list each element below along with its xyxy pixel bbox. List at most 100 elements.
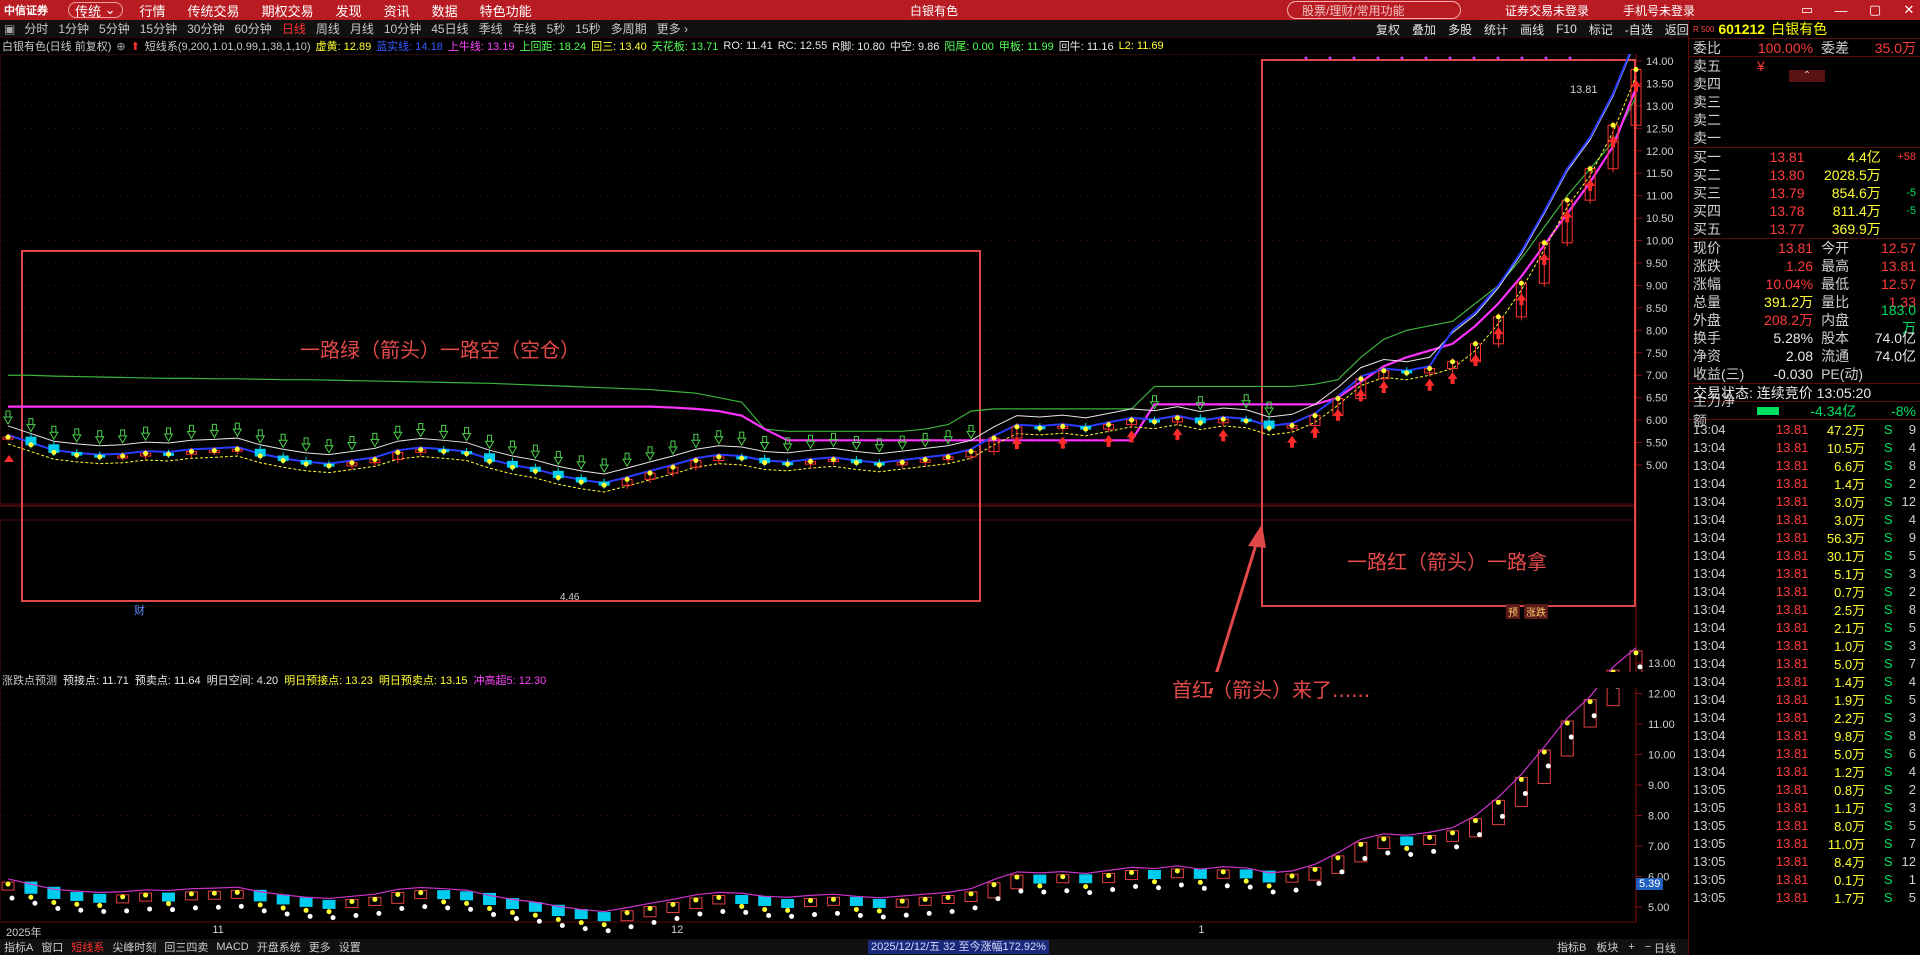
blue-solid-line <box>7 54 1631 484</box>
menu-trading[interactable]: 传统交易 <box>177 1 251 20</box>
period-tab-6[interactable]: 日线 <box>277 20 311 37</box>
bottom-tab-5[interactable]: MACD <box>212 941 252 953</box>
toolbar-btn-7[interactable]: -自选 <box>1619 21 1659 38</box>
sub-dot-white <box>9 895 15 901</box>
window-icon[interactable]: ▣ <box>0 22 19 36</box>
bottom-tool-2[interactable]: + <box>1623 941 1639 953</box>
period-tab-2[interactable]: 5分钟 <box>94 20 135 37</box>
sub-dot-yellow <box>120 894 126 900</box>
quote-value-b-1: 13.81 <box>1880 258 1916 274</box>
sub-indicator-value-5: 明日预卖点: 13.15 <box>378 675 468 687</box>
tick-row-26: 13:05 13.81 1.7万 S 5 <box>1689 888 1920 906</box>
tick-cell-pr: 13.81 <box>1775 799 1809 815</box>
restore-icon[interactable]: ▭ <box>1790 2 1824 18</box>
collapse-button[interactable]: ⌃ <box>1789 70 1825 82</box>
sub-candle <box>781 898 795 908</box>
financial-report-marker[interactable]: 财 <box>134 602 145 618</box>
period-tab-11[interactable]: 季线 <box>474 20 508 37</box>
sub-dot-white <box>1110 887 1116 893</box>
green-down-arrow <box>1195 396 1206 411</box>
period-tab-8[interactable]: 月线 <box>345 20 379 37</box>
tick-cell-pr: 13.81 <box>1775 421 1809 437</box>
bottom-tool-1[interactable]: 板块 <box>1591 939 1623 955</box>
tick-list[interactable]: 13:04 13.81 47.2万 S 9 13:04 13.81 10.5万 S 4 13:04 1… <box>1689 419 1920 906</box>
period-tab-9[interactable]: 10分钟 <box>379 20 426 37</box>
bottom-tab-4[interactable]: 回三四卖 <box>160 939 212 955</box>
toolbar-btn-1[interactable]: 叠加 <box>1406 21 1442 38</box>
tick-cell-v: 3.0万 <box>1834 512 1866 528</box>
tick-cell-t: 13:04 <box>1693 439 1726 455</box>
menu-quotes[interactable]: 行情 <box>129 1 177 20</box>
sub-candle <box>1033 874 1047 884</box>
maximize-icon[interactable]: ▢ <box>1858 2 1892 18</box>
toolbar-btn-5[interactable]: F10 <box>1550 22 1583 36</box>
menu-data[interactable]: 数据 <box>421 1 469 20</box>
tick-cell-t: 13:04 <box>1693 655 1726 671</box>
period-tab-7[interactable]: 周线 <box>311 20 345 37</box>
period-tab-14[interactable]: 15秒 <box>570 20 605 37</box>
bottom-tab-8[interactable]: 设置 <box>335 939 365 955</box>
annotation-arrow-line <box>1208 537 1260 695</box>
period-tab-3[interactable]: 15分钟 <box>135 20 182 37</box>
sub-candle <box>299 897 313 907</box>
buy-label-4: 买五 <box>1693 221 1721 237</box>
weicha-label: 委差 <box>1821 39 1850 56</box>
period-tab-12[interactable]: 年线 <box>508 20 542 37</box>
bottom-tab-1[interactable]: 窗口 <box>37 939 67 955</box>
toolbar-btn-4[interactable]: 画线 <box>1514 21 1550 38</box>
buy-book: 买一 13.81 4.4亿 +58 买二 13.80 2028.5万 买三 13.79 854.6… <box>1689 147 1920 238</box>
menu-features[interactable]: 特色功能 <box>469 1 543 20</box>
sub-dot-white <box>1408 851 1414 857</box>
toolbar-btn-2[interactable]: 多股 <box>1442 21 1478 38</box>
period-tab-15[interactable]: 多周期 <box>606 20 652 37</box>
add-indicator-icon[interactable]: ⊕ <box>116 40 125 53</box>
period-tab-16[interactable]: 更多 › <box>652 20 693 37</box>
tag-forecast[interactable]: 预 <box>1506 604 1520 619</box>
period-tab-5[interactable]: 60分钟 <box>229 20 276 37</box>
kline-chart[interactable]: 5.00 5.50 6.00 6.50 7.00 7.50 8.00 8.50 9.00 9.50… <box>0 54 1688 939</box>
period-tab-0[interactable]: 分时 <box>19 20 53 37</box>
chart-canvas[interactable]: 5.00 5.50 6.00 6.50 7.00 7.50 8.00 8.50 9.00 9.50… <box>0 54 1688 939</box>
bottom-tab-6[interactable]: 开盘系统 <box>253 939 305 955</box>
menu-news[interactable]: 资讯 <box>373 1 421 20</box>
tick-cell-s: S <box>1883 511 1893 527</box>
close-icon[interactable]: ✕ <box>1892 2 1920 18</box>
sub-dot-yellow <box>830 896 836 902</box>
menu-options[interactable]: 期权交易 <box>251 1 325 20</box>
mode-dropdown[interactable]: 传统 ⌄ <box>68 2 123 19</box>
sub-dot-yellow <box>555 917 561 923</box>
toolbar-btn-3[interactable]: 统计 <box>1478 21 1514 38</box>
search-input[interactable]: 股票/理财/常用功能 <box>1287 1 1461 19</box>
green-down-arrow <box>622 452 632 468</box>
tick-cell-n: 5 <box>1908 547 1917 563</box>
sub-axis-label: 8.00 <box>1648 811 1669 823</box>
price-dot <box>578 479 584 485</box>
main-axis-label: 12.50 <box>1646 123 1674 135</box>
tick-cell-v: 8.0万 <box>1834 818 1866 834</box>
tag-change[interactable]: 涨跌 <box>1524 604 1548 619</box>
toolbar-btn-0[interactable]: 复权 <box>1370 21 1406 38</box>
quote-label-a-1: 涨跌 <box>1693 258 1721 274</box>
period-tab-4[interactable]: 30分钟 <box>182 20 229 37</box>
tick-cell-v: 10.5万 <box>1826 440 1866 456</box>
toolbar-btn-6[interactable]: 标记 <box>1583 21 1619 38</box>
tick-cell-n: 12 <box>1901 493 1917 509</box>
period-tab-1[interactable]: 1分钟 <box>53 20 94 37</box>
phone-login-link[interactable]: 手机号未登录 <box>1623 2 1695 19</box>
price-dot <box>1197 420 1203 426</box>
tick-cell-t: 13:04 <box>1693 565 1726 581</box>
bottom-period[interactable]: 日线 <box>1650 940 1680 955</box>
tick-cell-s: S <box>1883 817 1893 833</box>
tick-cell-t: 13:05 <box>1693 835 1726 851</box>
bottom-tab-3[interactable]: 尖峰时刻 <box>108 939 160 955</box>
period-tab-13[interactable]: 5秒 <box>542 20 571 37</box>
period-tab-10[interactable]: 45日线 <box>426 20 473 37</box>
bottom-tab-2[interactable]: 短线系 <box>67 939 108 955</box>
minimize-icon[interactable]: — <box>1824 3 1858 18</box>
bottom-tab-0[interactable]: 指标A <box>0 939 37 955</box>
menu-discover[interactable]: 发现 <box>325 1 373 20</box>
trade-login-link[interactable]: 证券交易未登录 <box>1505 2 1589 19</box>
bottom-tool-0[interactable]: 指标B <box>1552 939 1591 955</box>
bottom-tab-7[interactable]: 更多 <box>305 939 335 955</box>
tick-cell-pr: 13.81 <box>1775 475 1809 491</box>
